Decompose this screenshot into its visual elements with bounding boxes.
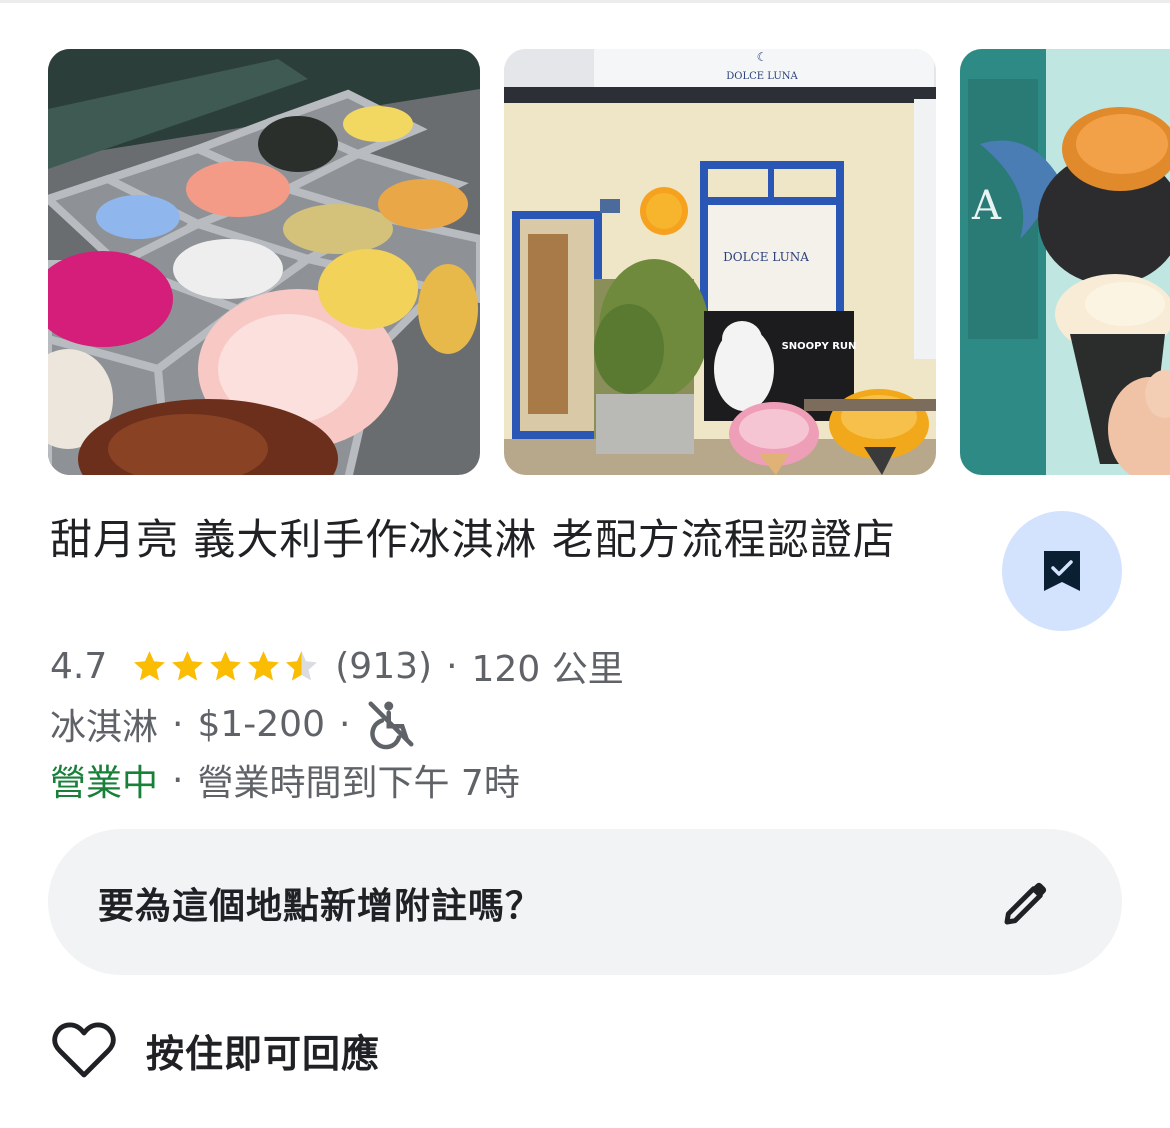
separator-dot: · [172, 759, 184, 801]
rating-stars [131, 648, 321, 685]
price-range: $1-200 [197, 703, 325, 745]
separator-dot: · [172, 703, 184, 745]
photo-carousel[interactable]: DOLCE LUNA ☾ DOLCE LUNA SNOOPY RUN A [48, 49, 1170, 475]
place-title: 甜月亮 義大利手作冰淇淋 老配方流程認證店 [50, 515, 896, 564]
heart-outline-icon [52, 1022, 116, 1078]
category: 冰淇淋 [50, 707, 159, 748]
photo-storefront[interactable]: DOLCE LUNA ☾ DOLCE LUNA SNOOPY RUN [504, 49, 936, 475]
separator-dot: · [338, 703, 351, 745]
category-row: 冰淇淋 · $1-200 · [50, 696, 418, 752]
star-full-icon [172, 650, 204, 681]
moon-logo-icon: ☾ [757, 50, 768, 64]
gelato-display-image [48, 49, 480, 475]
not-wheelchair-accessible-icon [368, 701, 414, 750]
separator-dot: · [446, 645, 458, 687]
star-full-icon [210, 650, 242, 681]
top-divider [0, 0, 1170, 3]
open-status: 營業中 [50, 763, 159, 804]
star-half-icon [286, 650, 318, 681]
window-sign-text: DOLCE LUNA [723, 250, 809, 264]
shop-sign-text: DOLCE LUNA [726, 71, 798, 82]
photo-ice-cream-cone[interactable]: A [960, 49, 1170, 475]
ice-cream-cone-image: A [960, 49, 1170, 475]
add-note-placeholder: 要為這個地點新增附註嗎？ [98, 886, 543, 927]
save-button[interactable] [1002, 511, 1122, 631]
bookmark-check-icon [1044, 551, 1080, 591]
rating-row[interactable]: 4.7 (913) · 120 公里 [50, 640, 624, 692]
closing-time: 營業時間到下午 7時 [197, 763, 520, 804]
react-button[interactable]: 按住即可回應 [52, 1020, 380, 1080]
photo-gelato-display[interactable] [48, 49, 480, 475]
board-text: SNOOPY RUN [782, 341, 857, 352]
storefront-image: DOLCE LUNA ☾ DOLCE LUNA SNOOPY RUN [504, 49, 936, 475]
star-full-icon [248, 650, 280, 681]
react-label: 按住即可回應 [146, 1031, 381, 1076]
rating-value: 4.7 [50, 645, 108, 687]
distance: 120 公里 [471, 649, 624, 690]
pencil-icon[interactable] [998, 877, 1052, 931]
star-full-icon [134, 650, 166, 681]
hours-row[interactable]: 營業中 · 營業時間到下午 7時 [50, 752, 520, 808]
wall-letter: A [971, 183, 1002, 229]
review-count: (913) [335, 645, 433, 687]
add-note-field[interactable]: 要為這個地點新增附註嗎？ [48, 829, 1122, 975]
